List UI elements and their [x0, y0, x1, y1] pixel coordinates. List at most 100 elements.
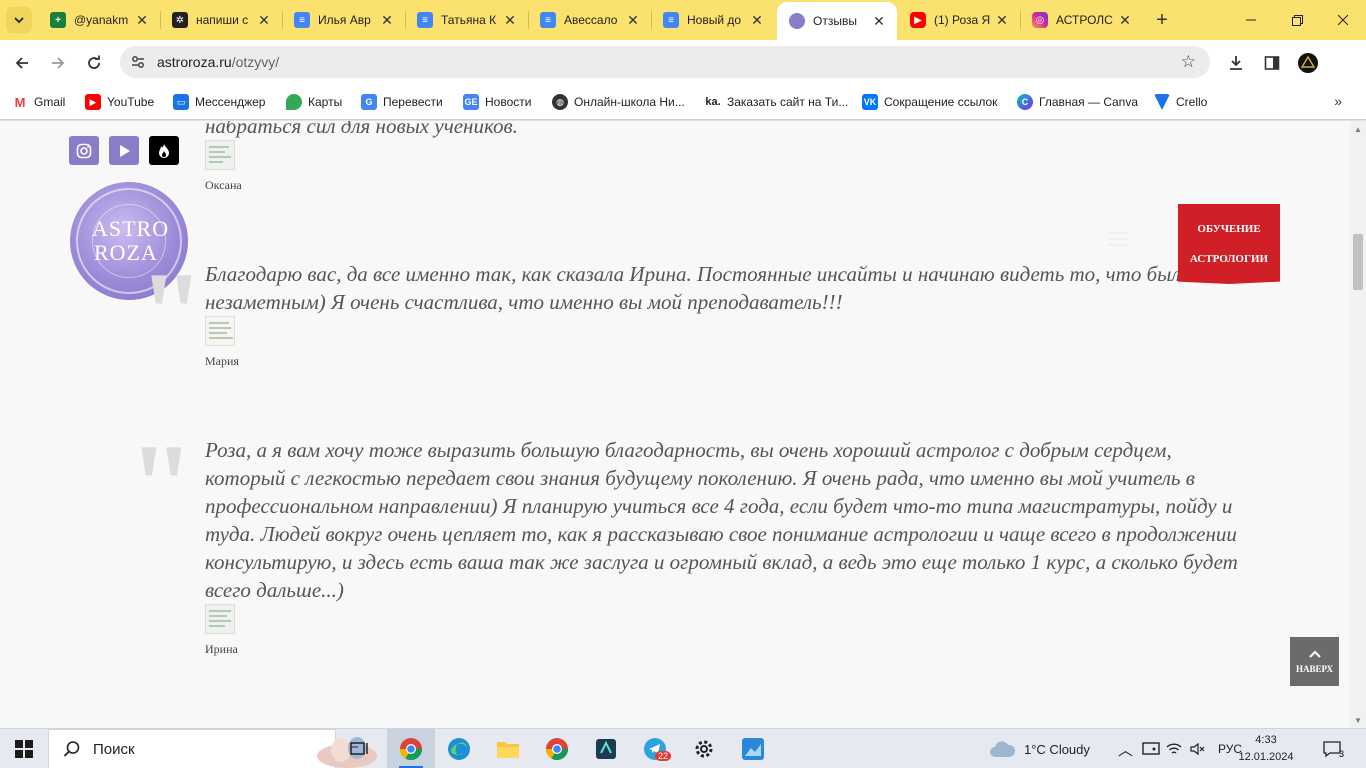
scrollbar-thumb[interactable] — [1353, 234, 1363, 290]
tab-search-button[interactable] — [6, 7, 32, 33]
close-window-button[interactable] — [1320, 0, 1366, 40]
taskbar-file-explorer[interactable] — [484, 729, 532, 768]
tab-youtube[interactable]: ▶ (1) Роза Я ✕ — [898, 3, 1020, 37]
bookmark-youtube[interactable]: ▶ YouTube — [85, 93, 154, 111]
bookmark-messenger[interactable]: ▭ Мессенджер — [173, 93, 265, 111]
taskbar-search-box[interactable]: Поиск — [48, 729, 377, 768]
bookmark-gmail[interactable]: M Gmail — [12, 93, 65, 111]
tab-otzyvy-active[interactable]: Отзывы ✕ — [777, 2, 897, 40]
scroll-down-arrow-icon[interactable]: ▼ — [1354, 716, 1362, 725]
crello-icon — [1154, 94, 1170, 110]
astrology-course-button[interactable]: ОБУЧЕНИЕ АСТРОЛОГИИ — [1178, 204, 1280, 284]
bookmark-vk-shortener[interactable]: VK Сокращение ссылок — [862, 93, 997, 111]
fire-social-button[interactable] — [149, 136, 179, 165]
task-view-icon — [350, 742, 368, 755]
tab-docs-tatiana[interactable]: ≡ Татьяна К ✕ — [405, 3, 528, 37]
reload-button[interactable] — [80, 49, 108, 77]
forward-button[interactable] — [44, 49, 72, 77]
youtube-social-button[interactable] — [109, 136, 139, 165]
taskbar-chrome[interactable] — [533, 729, 581, 768]
bookmark-online-school[interactable]: ◍ Онлайн-школа Ни... — [552, 93, 685, 111]
chevron-down-icon — [14, 17, 24, 24]
tray-wifi-icon[interactable] — [1166, 729, 1182, 768]
tab-docs-new[interactable]: ≡ Новый до ✕ — [651, 3, 775, 37]
tab-strip: + @yanakm ✕ ✲ напиши с ✕ ≡ Илья Авр ✕ ≡ … — [0, 0, 1366, 40]
taskbar-telegram[interactable]: 22 — [631, 729, 679, 768]
bookmark-star-icon[interactable]: ☆ — [1181, 52, 1196, 72]
tab-docs-avessalom[interactable]: ≡ Авессало ✕ — [528, 3, 651, 37]
close-icon[interactable]: ✕ — [1117, 12, 1133, 28]
close-icon[interactable]: ✕ — [994, 12, 1010, 28]
side-panel-icon — [1264, 56, 1280, 70]
tray-volume-icon[interactable] — [1190, 729, 1206, 768]
profile-avatar[interactable] — [1296, 51, 1320, 75]
instagram-social-button[interactable] — [69, 136, 99, 165]
bookmark-translate[interactable]: G Перевести — [361, 93, 443, 111]
task-view-button[interactable] — [336, 729, 384, 768]
review-author: Ирина — [205, 642, 238, 656]
bookmark-tilda[interactable]: ka. Заказать сайт на Ти... — [705, 93, 848, 111]
close-icon[interactable]: ✕ — [256, 12, 272, 28]
taskbar-paint-app[interactable] — [729, 729, 777, 768]
notifications-button[interactable]: 3 — [1318, 737, 1346, 761]
page-scrollbar[interactable]: ▲ ▼ — [1350, 121, 1366, 728]
close-icon[interactable]: ✕ — [502, 12, 518, 28]
address-bar[interactable]: astroroza.ru/otzyvy/ ☆ — [120, 46, 1210, 78]
tray-overflow-chevron-up-icon[interactable]: ︿ — [1118, 729, 1133, 768]
tab-chatgpt[interactable]: ✲ напиши с ✕ — [160, 3, 282, 37]
close-icon[interactable]: ✕ — [871, 13, 887, 29]
review-screenshot-thumbnail[interactable] — [205, 604, 235, 634]
bookmarks-overflow-chevron-icon[interactable]: » — [1334, 93, 1342, 109]
taskbar-edge[interactable] — [435, 729, 483, 768]
minimize-icon — [1246, 19, 1256, 21]
canva-icon: C — [1017, 94, 1033, 110]
taskbar-settings[interactable] — [680, 729, 728, 768]
close-icon[interactable]: ✕ — [625, 12, 641, 28]
bookmark-crello[interactable]: Crello — [1154, 93, 1207, 111]
review-text: Роза, а я вам хочу тоже выразить большую… — [205, 438, 1238, 602]
docs-icon: ≡ — [663, 12, 679, 28]
taskbar-pinned-app[interactable] — [582, 729, 630, 768]
bookmark-news[interactable]: GE Новости — [463, 93, 531, 111]
taskbar-chrome-yellow[interactable] — [387, 729, 435, 768]
weather-widget[interactable]: 1°C Cloudy — [988, 729, 1090, 768]
instagram-icon — [76, 143, 92, 158]
close-icon[interactable]: ✕ — [749, 12, 765, 28]
close-icon[interactable]: ✕ — [134, 12, 150, 28]
youtube-icon: ▶ — [910, 12, 926, 28]
close-icon[interactable]: ✕ — [379, 12, 395, 28]
quote-mark-icon: " — [128, 419, 195, 552]
chevron-up-icon — [1308, 649, 1321, 658]
restore-icon — [1291, 14, 1303, 26]
back-button[interactable] — [8, 49, 36, 77]
page-content: ASTRO ROZA набраться сил для новых учени… — [0, 121, 1350, 728]
chrome-icon — [546, 738, 568, 760]
new-tab-button[interactable]: + — [1150, 8, 1174, 32]
minimize-button[interactable] — [1228, 0, 1274, 40]
tab-docs-ilya[interactable]: ≡ Илья Авр ✕ — [282, 3, 405, 37]
restore-button[interactable] — [1274, 0, 1320, 40]
menu-hamburger-icon[interactable] — [1108, 232, 1128, 250]
site-info-icon[interactable] — [130, 54, 146, 70]
review-screenshot-thumbnail[interactable] — [205, 140, 235, 170]
start-button[interactable] — [0, 729, 48, 768]
cloud-icon — [990, 741, 1016, 757]
review-text: Благодарю вас, да все именно так, как ск… — [205, 262, 1192, 314]
bookmark-canva[interactable]: C Главная — Canva — [1017, 93, 1138, 111]
bookmark-maps[interactable]: Карты — [286, 93, 342, 111]
downloads-button[interactable] — [1224, 51, 1248, 75]
side-panel-button[interactable] — [1260, 51, 1284, 75]
tab-sheets[interactable]: + @yanakm ✕ — [38, 3, 160, 37]
system-clock[interactable]: 4:33 12.01.2024 — [1236, 732, 1296, 766]
scroll-up-arrow-icon[interactable]: ▲ — [1354, 125, 1362, 134]
back-to-top-button[interactable]: НАВЕРХ — [1290, 637, 1339, 686]
display-icon — [1142, 742, 1160, 755]
folder-icon — [497, 742, 519, 758]
image-editor-icon — [742, 738, 764, 760]
tab-instagram[interactable]: ◎ АСТРОЛС ✕ — [1020, 3, 1143, 37]
review-screenshot-thumbnail[interactable] — [205, 316, 235, 346]
review-text: набраться сил для новых учеников. — [205, 121, 518, 138]
tray-network-card-icon[interactable] — [1142, 729, 1160, 768]
globe-icon: ◍ — [552, 94, 568, 110]
search-icon — [63, 741, 80, 757]
